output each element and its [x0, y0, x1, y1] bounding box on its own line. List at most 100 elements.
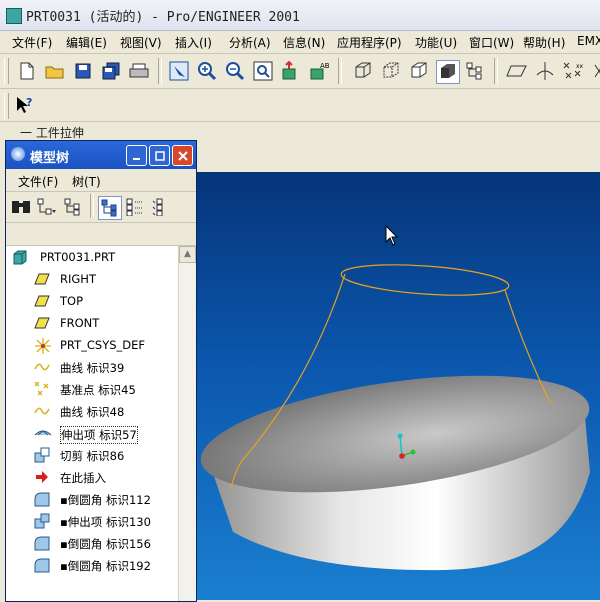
menu-insert[interactable]: 插入(I): [175, 34, 212, 51]
hidden-line-icon[interactable]: [380, 60, 402, 82]
menu-view[interactable]: 视图(V): [120, 34, 162, 51]
datum-axes-icon[interactable]: [534, 60, 556, 82]
curve-icon: [34, 359, 50, 375]
message-area: 一 工件拉伸: [0, 122, 600, 142]
maximize-button[interactable]: [149, 145, 170, 166]
round-icon: [34, 535, 50, 551]
tree-item-part[interactable]: PRT0031.PRT: [8, 246, 177, 268]
menu-edit[interactable]: 编辑(E): [66, 34, 107, 51]
menu-utilities[interactable]: 功能(U): [415, 34, 457, 51]
protrusion-icon: [34, 513, 50, 529]
status-message: 一 工件拉伸: [20, 126, 84, 140]
new-file-icon[interactable]: [16, 60, 38, 82]
tree-item-top[interactable]: TOP: [8, 290, 177, 312]
secondary-toolbar: ?: [0, 89, 600, 122]
menu-applications[interactable]: 应用程序(P): [337, 34, 402, 51]
menu-analysis[interactable]: 分析(A): [229, 34, 271, 51]
round-icon: [34, 491, 50, 507]
tree-settings-icon[interactable]: [62, 196, 84, 218]
tree-item-label: 切剪 标识86: [60, 449, 125, 463]
tree-filter-icon[interactable]: [98, 196, 122, 220]
tree-item-csys[interactable]: PRT_CSYS_DEF: [8, 334, 177, 356]
tree-item-protrusion-57[interactable]: 伸出项 标识57: [8, 422, 177, 444]
model-tree-titlebar[interactable]: 模型树: [6, 141, 196, 169]
curve-icon: [34, 403, 50, 419]
curve-ellipse: [340, 264, 510, 296]
insert-here-icon: [34, 469, 50, 485]
tree-item-label: ▪倒圆角 标识192: [60, 559, 151, 573]
minimize-button[interactable]: [126, 145, 147, 166]
tree-item-label: TOP: [60, 294, 84, 308]
reorient-icon[interactable]: [280, 60, 302, 82]
maximize-icon: [154, 150, 165, 161]
app-icon: [6, 8, 22, 24]
tree-menu-file[interactable]: 文件(F): [18, 173, 58, 190]
tree-item-round-112[interactable]: ▪倒圆角 标识112: [8, 488, 177, 510]
redraw-icon[interactable]: [168, 60, 190, 82]
menu-window[interactable]: 窗口(W): [469, 34, 514, 51]
tree-item-round-156[interactable]: ▪倒圆角 标识156: [8, 532, 177, 554]
tree-item-label: 伸出项 标识57: [60, 426, 138, 444]
protrusion-icon: [34, 425, 52, 441]
datum-plane-icon: [34, 315, 50, 331]
find-icon[interactable]: [10, 196, 32, 218]
model-tree-toolbar: [6, 192, 196, 223]
tree-menu-tree[interactable]: 树(T): [72, 173, 101, 190]
shading-icon[interactable]: [436, 60, 460, 84]
save-icon[interactable]: [72, 60, 94, 82]
scroll-up-button[interactable]: ▲: [179, 246, 196, 263]
tree-item-label: PRT_CSYS_DEF: [60, 338, 146, 352]
tree-item-curve-39[interactable]: 曲线 标识39: [8, 356, 177, 378]
model-tree-window: 模型树 文件(F) 树(T) PRT0031.PRT RIGHT TOP FRO…: [5, 140, 197, 602]
tree-item-protrusion-130[interactable]: ▪伸出项 标识130: [8, 510, 177, 532]
collapse-all-icon[interactable]: [150, 196, 172, 218]
model-tree-app-icon: [11, 147, 25, 161]
tree-item-label: RIGHT: [60, 272, 96, 286]
tree-item-curve-48[interactable]: 曲线 标识48: [8, 400, 177, 422]
tree-item-label: 曲线 标识48: [60, 405, 125, 419]
datum-points-icon[interactable]: xx: [562, 60, 584, 82]
svg-text:?: ?: [26, 96, 32, 109]
toolbar-grip[interactable]: [4, 58, 9, 84]
wireframe-icon[interactable]: [352, 60, 374, 82]
datum-planes-icon[interactable]: [506, 60, 528, 82]
menu-emx[interactable]: EMX: [577, 34, 600, 48]
cut-icon: [34, 447, 50, 463]
main-toolbar: AB xx: [0, 54, 600, 89]
show-tree-icon[interactable]: [36, 196, 58, 218]
refit-icon[interactable]: [252, 60, 274, 82]
tree-item-label: ▪伸出项 标识130: [60, 515, 151, 529]
close-icon: [177, 150, 188, 161]
tree-item-label: ▪倒圆角 标识156: [60, 537, 151, 551]
round-icon: [34, 557, 50, 573]
tree-item-label: 在此插入: [60, 471, 106, 485]
expand-all-icon[interactable]: [124, 196, 146, 218]
tree-item-insert-here[interactable]: 在此插入: [8, 466, 177, 488]
tree-item-label: PRT0031.PRT: [40, 250, 116, 264]
context-help-icon[interactable]: ?: [14, 94, 36, 116]
menu-file[interactable]: 文件(F): [12, 34, 52, 51]
datum-plane-icon: [34, 293, 50, 309]
tree-item-round-192[interactable]: ▪倒圆角 标识192: [8, 554, 177, 576]
model-tree-scrollbar[interactable]: ▲: [178, 246, 196, 601]
tree-item-cut-86[interactable]: 切剪 标识86: [8, 444, 177, 466]
csys-icon: [34, 337, 51, 354]
print-icon[interactable]: [128, 60, 150, 82]
zoom-out-icon[interactable]: [224, 60, 246, 82]
no-hidden-icon[interactable]: [408, 60, 430, 82]
tree-item-datum-point-45[interactable]: 基准点 标识45: [8, 378, 177, 400]
csys-toggle-icon[interactable]: [588, 60, 600, 82]
tree-item-front[interactable]: FRONT: [8, 312, 177, 334]
save-copy-icon[interactable]: [100, 60, 122, 82]
menu-info[interactable]: 信息(N): [283, 34, 325, 51]
menu-help[interactable]: 帮助(H): [523, 34, 565, 51]
title-bar: PRT0031 (活动的) - Pro/ENGINEER 2001: [0, 0, 600, 31]
toolbar-grip[interactable]: [4, 93, 9, 119]
model-tree-toggle-icon[interactable]: [464, 60, 486, 82]
tree-item-right[interactable]: RIGHT: [8, 268, 177, 290]
close-button[interactable]: [172, 145, 193, 166]
zoom-in-icon[interactable]: [196, 60, 218, 82]
open-folder-icon[interactable]: [44, 60, 66, 82]
model-tree-list: PRT0031.PRT RIGHT TOP FRONT PRT_CSYS_DEF…: [8, 246, 177, 601]
saved-views-icon[interactable]: AB: [308, 60, 330, 82]
